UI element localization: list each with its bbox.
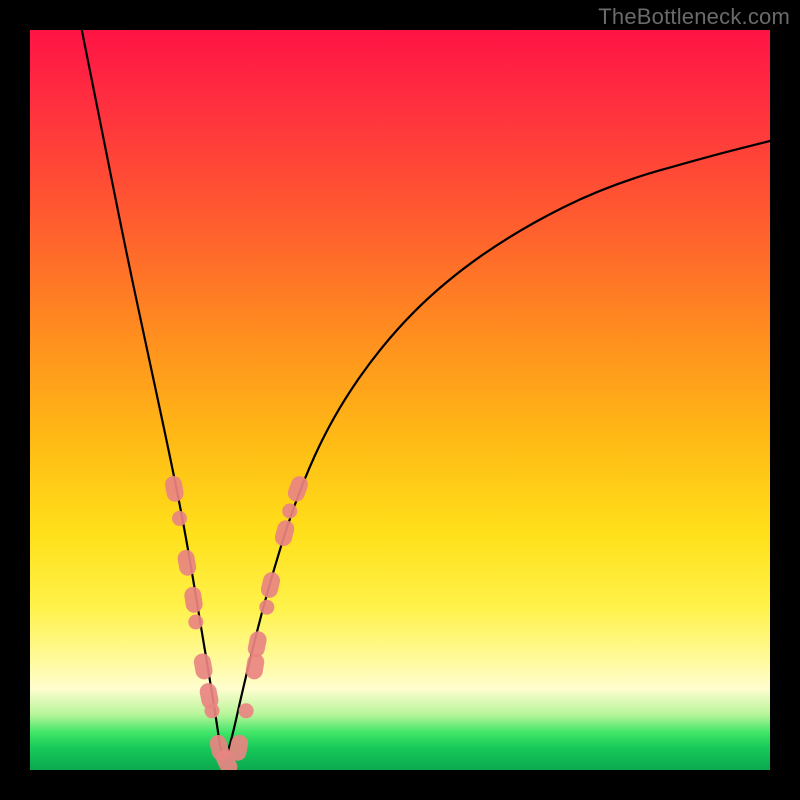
watermark-text: TheBottleneck.com [598, 4, 790, 30]
data-marker [176, 549, 197, 578]
data-marker [285, 474, 310, 504]
data-marker [259, 570, 282, 599]
marker-layer [164, 474, 311, 770]
data-marker [239, 703, 254, 718]
data-marker [172, 511, 187, 526]
data-marker [183, 586, 204, 614]
data-marker [282, 504, 297, 519]
data-marker [205, 703, 220, 718]
data-marker [188, 615, 203, 630]
data-marker [164, 475, 185, 504]
plot-area [30, 30, 770, 770]
data-marker [259, 600, 274, 615]
data-marker [273, 518, 296, 547]
data-marker [193, 652, 214, 681]
chart-svg [30, 30, 770, 770]
bottleneck-curve [82, 30, 770, 757]
data-marker [246, 630, 268, 659]
